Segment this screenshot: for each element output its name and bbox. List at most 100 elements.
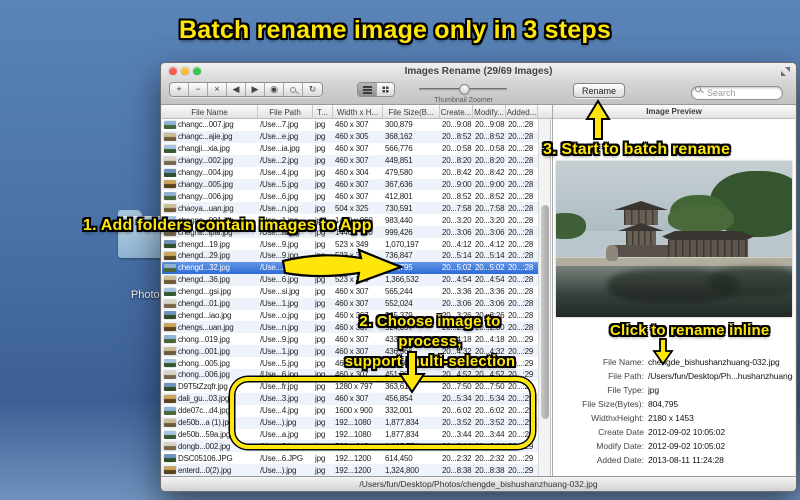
zoom-button[interactable] [193,67,201,75]
table-row[interactable]: changy...002.jpg/Use...2.jpg jpg 460 x 307… [162,154,538,167]
file-size: 999,426 [385,227,413,237]
rename-button[interactable]: Rename [573,83,625,98]
scrollbar-thumb[interactable] [540,204,549,419]
toolbar-search-button[interactable] [284,83,303,96]
modify-date: 20...8:42 [475,168,505,178]
pagoda [626,231,656,245]
toolbar-preview-button[interactable]: ◉ [265,83,284,96]
file-name: changy...006.jpg [178,191,233,201]
minimize-button[interactable] [181,67,189,75]
file-thumbnail [164,180,176,189]
table-row[interactable]: changc...007.jpg/Use...7.jpg jpg 460 x 307… [162,119,538,131]
table-row[interactable]: DSC05106.JPG/Use...6.JPG jpg 192...1200 614… [162,452,538,464]
toolbar-remove-button[interactable]: − [189,83,208,96]
file-thumbnail [164,466,176,475]
toolbar-next-button[interactable]: ▶ [246,83,265,96]
added-date: 20...:28 [508,251,534,261]
info-value[interactable]: 2013-08-11 11:24:28 [648,455,793,465]
file-name: changy...004.jpg [178,168,233,178]
annotation-step2: 2. Choose image to process, support mult… [330,312,530,372]
file-path: /Use...n.jpg [260,203,299,213]
file-type: jpg [315,156,326,166]
file-thumbnail [164,275,176,284]
annotation-headline: Batch rename image only in 3 steps [179,16,611,44]
table-scrollbar[interactable] [538,119,551,476]
info-value[interactable]: 804,795 [648,399,793,409]
info-value[interactable]: 2180 x 1453 [648,413,793,423]
file-dimensions: 460 x 307 [335,299,369,309]
table-row[interactable]: chaoya...uan.jpg/Use...n.jpg jpg 504 x 325… [162,202,538,215]
modify-date: 20...8:38 [475,465,505,475]
toolbar-refresh-button[interactable]: ↻ [303,83,322,96]
file-name: de50b...a (1).jpg [178,418,233,428]
table-row[interactable]: changc...ajie.jpg/Use...e.jpg jpg 460 x 30… [162,130,538,143]
window-title: Images Rename (29/69 Images) [404,66,553,77]
modify-date: 20...3:06 [475,227,505,237]
file-type: jpg [315,120,326,130]
arrow-step2-down-icon [398,351,426,394]
annotation-step3: 3. Start to batch rename [543,141,731,158]
file-thumbnail [164,120,176,129]
list-icon [362,86,372,88]
column-header-size[interactable]: File Size(B... [383,105,440,119]
info-value[interactable]: 2012-09-02 10:05:02 [648,441,793,451]
file-dimensions: 460 x 307 [335,144,369,154]
modify-date: 20...8:52 [475,191,505,201]
file-name: changy...005.jpg [178,179,233,189]
close-button[interactable] [169,67,177,75]
modify-date: 20...8:20 [475,156,505,166]
search-input[interactable] [691,86,783,100]
list-view-button[interactable] [358,83,376,96]
column-header-dim[interactable]: Width x H... [333,105,383,119]
file-path: /Use...6.JPG [260,453,303,463]
info-value[interactable]: jpg [648,385,793,395]
table-row[interactable]: changji...xia.jpg/Use...ia.jpg jpg 460 x 3… [162,143,538,155]
grid-view-button[interactable] [376,83,394,96]
file-dimensions: 460 x 307 [335,287,369,297]
file-size: 449,851 [385,156,413,166]
column-header-mod[interactable]: Modify... [473,105,506,119]
toolbar-add-button[interactable]: + [170,83,189,96]
added-date: 20...:28 [508,179,534,189]
toolbar-delete-button[interactable]: × [208,83,227,96]
file-size: 565,244 [385,287,413,297]
file-path: /Use...5.jpg [260,358,299,368]
file-dimensions: 460 x 307 [335,156,369,166]
file-size: 552,024 [385,299,413,309]
table-row[interactable]: chengd...01.jpg/Use...1.jpg jpg 460 x 307 5… [162,297,538,310]
preview-trees [556,213,586,239]
info-value[interactable]: /Users/fun/Desktop/Ph...hushanzhuang-032… [648,371,793,381]
info-label: File Name: [602,357,644,367]
file-path: /Use...1.jpg [260,346,299,356]
file-thumbnail [164,418,176,427]
column-header-path[interactable]: File Path [258,105,313,119]
file-path: /Use...4.jpg [260,168,299,178]
column-header-cre[interactable]: Create... [440,105,473,119]
file-size: 566,776 [385,144,413,154]
info-value[interactable]: 2012-09-02 10:05:02 [648,427,793,437]
annotation-step1: 1. Add folders contain images to App [83,217,372,234]
toolbar-previous-button[interactable]: ◀ [227,83,246,96]
table-row[interactable]: changy...005.jpg/Use...5.jpg jpg 460 x 307… [162,178,538,191]
create-date: 20...3:36 [442,287,472,297]
table-row[interactable]: changy...006.jpg/Use...6.jpg jpg 460 x 307… [162,190,538,202]
slider-knob[interactable] [459,84,470,95]
column-header-type[interactable]: T... [313,105,333,119]
desktop: { "colors":{"annotation_yellow":"#ffe60a… [0,0,800,500]
fullscreen-icon[interactable] [781,67,790,76]
file-name: chengd...iao.jpg [178,310,232,320]
column-header-add[interactable]: Added... [506,105,538,119]
create-date: 20...8:52 [442,132,472,142]
file-name: changji...xia.jpg [178,144,230,154]
info-label: WidthxHeight: [591,413,644,423]
info-row: File Type: jpg [553,383,793,397]
table-row[interactable]: enterd...0(2).jpg/Use...).jpg jpg 192...12… [162,464,538,476]
file-size: 730,591 [385,203,413,213]
table-row[interactable]: changy...004.jpg/Use...4.jpg jpg 460 x 304… [162,167,538,179]
thumbnail-zoomer-slider[interactable] [419,84,507,95]
added-date: 20...:28 [508,156,534,166]
file-dimensions: 460 x 304 [335,168,369,178]
file-name: chengd...32.jpg [178,263,230,273]
status-bar: /Users/fun/Desktop/Photos/chengde_bishus… [161,476,796,491]
column-header-name[interactable]: File Name [162,105,258,119]
